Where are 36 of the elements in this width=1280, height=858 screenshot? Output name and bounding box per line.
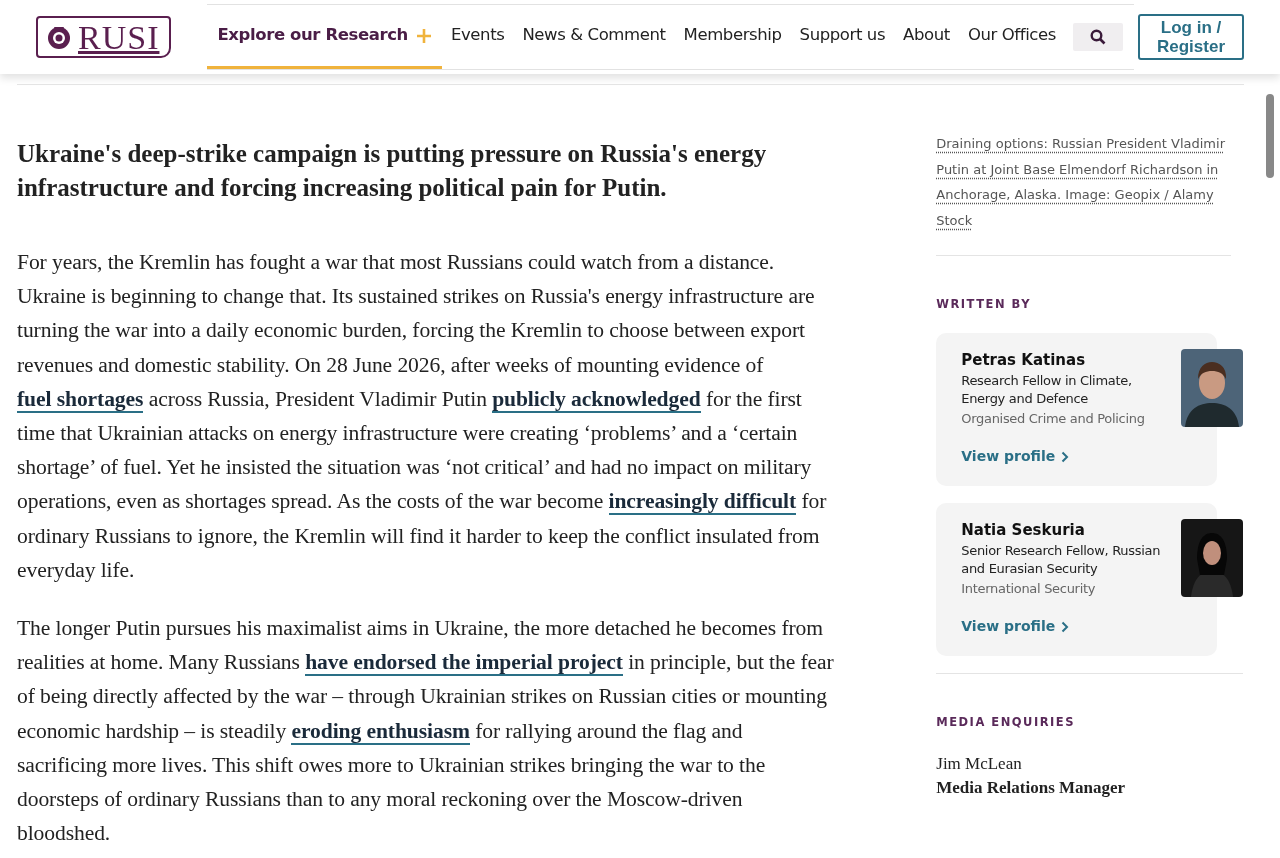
nav-link[interactable]: News & Comment <box>513 5 675 69</box>
author-role: Research Fellow in Climate, Energy and Defence <box>961 371 1133 409</box>
contact-title: Media Relations Manager <box>936 776 1127 799</box>
nav-link[interactable]: About <box>894 5 959 69</box>
scrollbar[interactable] <box>1266 94 1274 178</box>
nav-link[interactable]: Membership <box>674 5 791 69</box>
section-heading: MEDIA ENQUIRIES <box>936 714 1076 732</box>
paragraph: For years, the Kremlin has fought a war that most Russians could watch from a distance. Ukraine is beginning to change that. Its sustained strikes on Russia's energy infrastructure are turning the war into a daily economic burden, forcing the Kremlin to choose between export revenues and domestic stability. On 28 June 2026, after weeks of mounting evidence of fuel shortages across Russia, President Vladimir Putin publicly acknowledged for the first time that Ukrainian attacks on energy infrastructure were creating ‘problems’ and a ‘certain shortage’ of fuel. Yet he insisted the situation was ‘not critical’ and had no impact on military operations, even as shortages spread. As the costs of the war become increasingly difficult for ordinary Russians to ignore, the Kremlin will find it harder to keep the conflict insulated from everyday life. <box>17 249 828 584</box>
section-heading: WRITTEN BY <box>936 296 1032 313</box>
author-programme: Organised Crime and Policing <box>961 409 1146 428</box>
text-link[interactable]: eroding enthusiasm <box>291 718 470 745</box>
chevron-right-icon <box>1061 450 1070 463</box>
standfirst: Ukraine's deep-strike campaign is putting pressure on Russia's energy infrastructure and forcing increasing political pain for Putin. <box>17 139 768 203</box>
author-name: Petras Katinas <box>961 350 1087 372</box>
text-link[interactable]: fuel shortages <box>17 386 144 413</box>
image-caption: Draining options: Russian President Vladimir Putin at Joint Base Elmendorf Richardson in Anchorage, Alaska. Image: Geopix / Alamy Stock <box>936 135 1226 230</box>
text-link[interactable]: publicly acknowledged <box>492 386 701 413</box>
nav-link[interactable]: Our Offices <box>958 5 1065 69</box>
search-button[interactable] <box>1073 23 1123 51</box>
view-profile-link[interactable]: View profile <box>961 616 1070 638</box>
author-name: Natia Seskuria <box>961 520 1086 542</box>
nav-link[interactable]: Events <box>441 5 514 69</box>
paragraph: The longer Putin pursues his maximalist aims in Ukraine, the more detached he becomes from realities at home. Many Russians have endorsed the imperial project in principle, but the fear of being directly affected by the war – through Ukrainian strikes on Russian cities or mounting economic hardship – is steadily eroding enthusiasm for rallying around the flag and sacrificing more lives. This shift owes more to Ukrainian strikes bringing the war to the doorsteps of ordinary Russians than to any moral reckoning over the Moscow-driven bloodshed. <box>17 615 835 848</box>
contact-name: Jim McLean <box>936 752 1023 775</box>
search-icon <box>1090 29 1106 45</box>
chevron-right-icon <box>1061 620 1070 633</box>
author-role: Senior Research Fellow, Russian and Eurasian Security <box>961 541 1162 579</box>
login-button[interactable]: Log in / Register <box>1138 14 1244 60</box>
view-profile-link[interactable]: View profile <box>961 446 1070 468</box>
nav-link[interactable]: Support us <box>790 5 895 69</box>
text-link[interactable]: increasingly difficult <box>608 489 797 516</box>
plus-icon <box>415 27 432 44</box>
text-link[interactable]: have endorsed the imperial project <box>305 650 623 677</box>
nav-link[interactable]: Explore our Research <box>207 5 442 69</box>
logo[interactable]: RUSI <box>36 16 172 58</box>
author-programme: International Security <box>961 579 1097 598</box>
